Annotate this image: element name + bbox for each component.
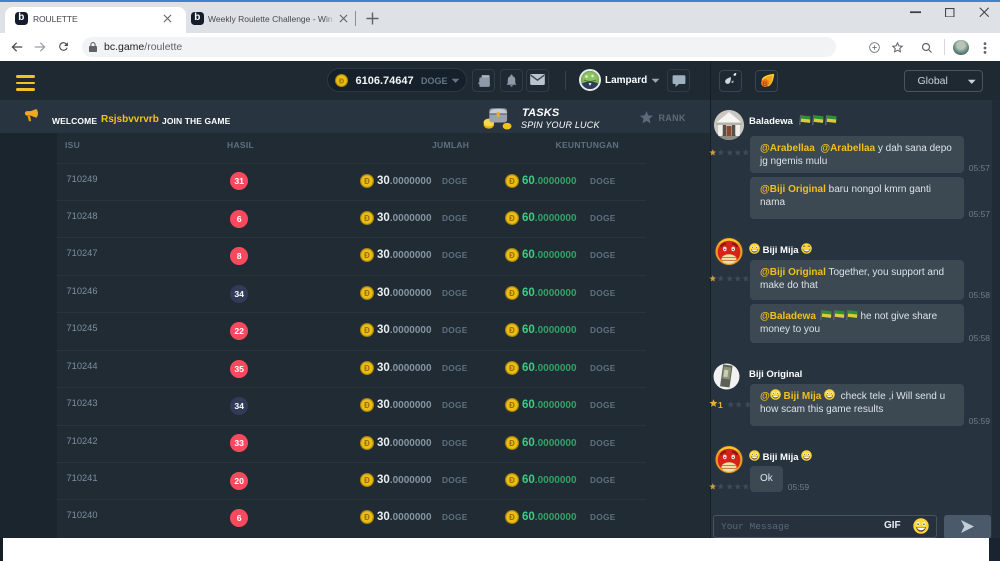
svg-text:Đ: Đ: [364, 326, 370, 335]
svg-text:Đ: Đ: [509, 251, 515, 260]
svg-text:Đ: Đ: [364, 364, 370, 373]
svg-text:Đ: Đ: [509, 214, 515, 223]
svg-text:Đ: Đ: [364, 401, 370, 410]
svg-text:Đ: Đ: [364, 177, 370, 186]
svg-text:Đ: Đ: [509, 401, 515, 410]
svg-text:Đ: Đ: [339, 76, 344, 85]
svg-text:Đ: Đ: [364, 513, 370, 522]
svg-text:Đ: Đ: [364, 214, 370, 223]
svg-text:Đ: Đ: [509, 177, 515, 186]
svg-text:B: B: [763, 80, 768, 87]
svg-text:Đ: Đ: [509, 364, 515, 373]
svg-text:Đ: Đ: [364, 438, 370, 447]
svg-text:Đ: Đ: [364, 289, 370, 298]
svg-text:Đ: Đ: [509, 326, 515, 335]
svg-text:Đ: Đ: [509, 289, 515, 298]
svg-text:Đ: Đ: [364, 251, 370, 260]
svg-text:Đ: Đ: [509, 513, 515, 522]
svg-text:Đ: Đ: [509, 476, 515, 485]
svg-text:Đ: Đ: [364, 476, 370, 485]
svg-text:Đ: Đ: [509, 438, 515, 447]
